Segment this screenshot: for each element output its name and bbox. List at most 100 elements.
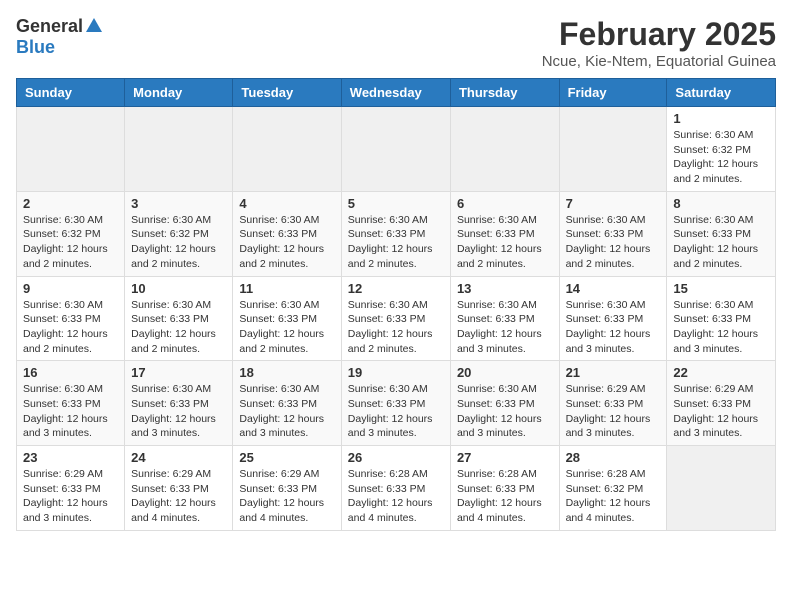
day-number: 28 <box>566 450 661 465</box>
logo-general-text: General <box>16 16 83 37</box>
calendar-cell <box>667 446 776 531</box>
calendar-cell: 12 Sunrise: 6:30 AM Sunset: 6:33 PM Dayli… <box>341 276 450 361</box>
calendar-cell: 1 Sunrise: 6:30 AM Sunset: 6:32 PM Daylig… <box>667 107 776 192</box>
day-detail: Sunrise: 6:28 AM Sunset: 6:33 PM Dayligh… <box>457 467 553 526</box>
day-number: 9 <box>23 281 118 296</box>
calendar-cell: 28 Sunrise: 6:28 AM Sunset: 6:32 PM Dayli… <box>559 446 667 531</box>
calendar-cell: 5 Sunrise: 6:30 AM Sunset: 6:33 PM Daylig… <box>341 191 450 276</box>
day-number: 26 <box>348 450 444 465</box>
day-detail: Sunrise: 6:30 AM Sunset: 6:33 PM Dayligh… <box>23 298 118 357</box>
day-number: 18 <box>239 365 334 380</box>
calendar-cell: 10 Sunrise: 6:30 AM Sunset: 6:33 PM Dayli… <box>125 276 233 361</box>
day-detail: Sunrise: 6:30 AM Sunset: 6:33 PM Dayligh… <box>457 213 553 272</box>
day-detail: Sunrise: 6:30 AM Sunset: 6:33 PM Dayligh… <box>23 382 118 441</box>
calendar-cell: 25 Sunrise: 6:29 AM Sunset: 6:33 PM Dayli… <box>233 446 341 531</box>
calendar-cell <box>125 107 233 192</box>
day-number: 7 <box>566 196 661 211</box>
day-number: 8 <box>673 196 769 211</box>
calendar-header-monday: Monday <box>125 79 233 107</box>
calendar-cell: 9 Sunrise: 6:30 AM Sunset: 6:33 PM Daylig… <box>17 276 125 361</box>
calendar-cell <box>17 107 125 192</box>
calendar-header-sunday: Sunday <box>17 79 125 107</box>
calendar-header-wednesday: Wednesday <box>341 79 450 107</box>
calendar-cell: 6 Sunrise: 6:30 AM Sunset: 6:33 PM Daylig… <box>450 191 559 276</box>
calendar-cell: 18Sunrise: 6:30 AM Sunset: 6:33 PM Dayli… <box>233 361 341 446</box>
day-detail: Sunrise: 6:30 AM Sunset: 6:33 PM Dayligh… <box>457 382 553 441</box>
day-detail: Sunrise: 6:29 AM Sunset: 6:33 PM Dayligh… <box>566 382 661 441</box>
day-number: 5 <box>348 196 444 211</box>
calendar-cell: 14 Sunrise: 6:30 AM Sunset: 6:33 PM Dayli… <box>559 276 667 361</box>
calendar-header-friday: Friday <box>559 79 667 107</box>
day-number: 17 <box>131 365 226 380</box>
calendar-cell: 13 Sunrise: 6:30 AM Sunset: 6:33 PM Dayli… <box>450 276 559 361</box>
day-number: 16 <box>23 365 118 380</box>
day-number: 11 <box>239 281 334 296</box>
day-detail: Sunrise: 6:30 AM Sunset: 6:33 PM Dayligh… <box>239 213 334 272</box>
day-detail: Sunrise: 6:30 AM Sunset: 6:32 PM Dayligh… <box>23 213 118 272</box>
day-detail: Sunrise: 6:30 AM Sunset: 6:33 PM Dayligh… <box>566 298 661 357</box>
calendar-cell: 4Sunrise: 6:30 AM Sunset: 6:33 PM Daylig… <box>233 191 341 276</box>
day-detail: Sunrise: 6:30 AM Sunset: 6:32 PM Dayligh… <box>673 128 769 187</box>
calendar-cell: 17 Sunrise: 6:30 AM Sunset: 6:33 PM Dayli… <box>125 361 233 446</box>
day-detail: Sunrise: 6:29 AM Sunset: 6:33 PM Dayligh… <box>239 467 334 526</box>
day-number: 25 <box>239 450 334 465</box>
calendar-week-row: 9 Sunrise: 6:30 AM Sunset: 6:33 PM Daylig… <box>17 276 776 361</box>
calendar-cell: 11Sunrise: 6:30 AM Sunset: 6:33 PM Dayli… <box>233 276 341 361</box>
day-number: 1 <box>673 111 769 126</box>
day-number: 23 <box>23 450 118 465</box>
day-number: 3 <box>131 196 226 211</box>
calendar-cell: 27 Sunrise: 6:28 AM Sunset: 6:33 PM Dayli… <box>450 446 559 531</box>
calendar-cell: 8 Sunrise: 6:30 AM Sunset: 6:33 PM Daylig… <box>667 191 776 276</box>
day-number: 21 <box>566 365 661 380</box>
day-detail: Sunrise: 6:30 AM Sunset: 6:33 PM Dayligh… <box>566 213 661 272</box>
day-number: 14 <box>566 281 661 296</box>
day-detail: Sunrise: 6:30 AM Sunset: 6:33 PM Dayligh… <box>457 298 553 357</box>
calendar-cell <box>559 107 667 192</box>
day-number: 19 <box>348 365 444 380</box>
logo-blue-text: Blue <box>16 37 55 58</box>
calendar-cell <box>450 107 559 192</box>
calendar-cell: 7 Sunrise: 6:30 AM Sunset: 6:33 PM Daylig… <box>559 191 667 276</box>
calendar-week-row: 16 Sunrise: 6:30 AM Sunset: 6:33 PM Dayli… <box>17 361 776 446</box>
calendar-cell: 19 Sunrise: 6:30 AM Sunset: 6:33 PM Dayli… <box>341 361 450 446</box>
location-title: Ncue, Kie-Ntem, Equatorial Guinea <box>542 53 776 70</box>
calendar-cell: 26Sunrise: 6:28 AM Sunset: 6:33 PM Dayli… <box>341 446 450 531</box>
day-number: 2 <box>23 196 118 211</box>
calendar-cell: 20Sunrise: 6:30 AM Sunset: 6:33 PM Dayli… <box>450 361 559 446</box>
day-detail: Sunrise: 6:30 AM Sunset: 6:33 PM Dayligh… <box>348 213 444 272</box>
calendar-header-thursday: Thursday <box>450 79 559 107</box>
day-detail: Sunrise: 6:29 AM Sunset: 6:33 PM Dayligh… <box>23 467 118 526</box>
logo-icon <box>85 16 103 34</box>
calendar-cell: 23 Sunrise: 6:29 AM Sunset: 6:33 PM Dayli… <box>17 446 125 531</box>
calendar-header-tuesday: Tuesday <box>233 79 341 107</box>
day-detail: Sunrise: 6:29 AM Sunset: 6:33 PM Dayligh… <box>673 382 769 441</box>
day-detail: Sunrise: 6:30 AM Sunset: 6:33 PM Dayligh… <box>131 298 226 357</box>
day-number: 22 <box>673 365 769 380</box>
day-number: 27 <box>457 450 553 465</box>
calendar-week-row: 2 Sunrise: 6:30 AM Sunset: 6:32 PM Daylig… <box>17 191 776 276</box>
calendar-week-row: 1 Sunrise: 6:30 AM Sunset: 6:32 PM Daylig… <box>17 107 776 192</box>
day-detail: Sunrise: 6:30 AM Sunset: 6:33 PM Dayligh… <box>348 298 444 357</box>
title-area: February 2025 Ncue, Kie-Ntem, Equatorial… <box>542 16 776 70</box>
day-number: 6 <box>457 196 553 211</box>
calendar-table: SundayMondayTuesdayWednesdayThursdayFrid… <box>16 78 776 531</box>
calendar-cell: 2 Sunrise: 6:30 AM Sunset: 6:32 PM Daylig… <box>17 191 125 276</box>
day-number: 10 <box>131 281 226 296</box>
calendar-cell: 15Sunrise: 6:30 AM Sunset: 6:33 PM Dayli… <box>667 276 776 361</box>
day-detail: Sunrise: 6:29 AM Sunset: 6:33 PM Dayligh… <box>131 467 226 526</box>
day-detail: Sunrise: 6:30 AM Sunset: 6:33 PM Dayligh… <box>348 382 444 441</box>
day-detail: Sunrise: 6:30 AM Sunset: 6:33 PM Dayligh… <box>131 382 226 441</box>
day-detail: Sunrise: 6:30 AM Sunset: 6:33 PM Dayligh… <box>673 298 769 357</box>
month-title: February 2025 <box>542 16 776 53</box>
calendar-cell: 24Sunrise: 6:29 AM Sunset: 6:33 PM Dayli… <box>125 446 233 531</box>
day-detail: Sunrise: 6:30 AM Sunset: 6:32 PM Dayligh… <box>131 213 226 272</box>
logo: General Blue <box>16 16 103 58</box>
calendar-cell <box>233 107 341 192</box>
day-number: 13 <box>457 281 553 296</box>
day-detail: Sunrise: 6:28 AM Sunset: 6:32 PM Dayligh… <box>566 467 661 526</box>
day-number: 12 <box>348 281 444 296</box>
calendar-week-row: 23 Sunrise: 6:29 AM Sunset: 6:33 PM Dayli… <box>17 446 776 531</box>
calendar-header-saturday: Saturday <box>667 79 776 107</box>
calendar-cell <box>341 107 450 192</box>
day-detail: Sunrise: 6:30 AM Sunset: 6:33 PM Dayligh… <box>673 213 769 272</box>
